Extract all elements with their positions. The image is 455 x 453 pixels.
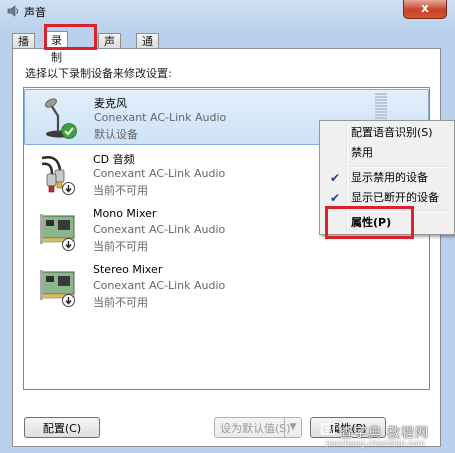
close-button[interactable]: x — [403, 0, 447, 19]
device-status: 当前不可用 — [93, 240, 148, 253]
menu-item-disable[interactable]: 禁用 — [322, 143, 452, 163]
unavailable-arrow-icon — [62, 182, 75, 195]
tab-playback[interactable]: 播放 — [12, 33, 35, 63]
window-title: 声音 — [24, 6, 46, 19]
menu-item-label: 显示已断开的设备 — [351, 191, 439, 204]
device-status: 当前不可用 — [93, 296, 148, 309]
device-description: Conexant AC-Link Audio — [94, 111, 227, 124]
menu-item-show-disabled-devices[interactable]: ✔ 显示禁用的设备 — [322, 168, 452, 188]
configure-button[interactable]: 配置(C) — [24, 417, 100, 438]
checkmark-icon: ✔ — [330, 191, 341, 205]
menu-item-label: 禁用 — [351, 146, 373, 159]
device-status: 当前不可用 — [93, 184, 148, 197]
menu-item-label: 配置语音识别(S) — [351, 126, 433, 139]
title-bar[interactable]: 声音 x — [0, 0, 455, 22]
menu-item-configure-speech-recognition[interactable]: 配置语音识别(S) — [322, 123, 452, 143]
device-description: Conexant AC-Link Audio — [93, 279, 226, 292]
menu-item-label: 属性(P) — [351, 216, 392, 229]
device-item-stereo-mixer[interactable]: Stereo Mixer Conexant AC-Link Audio 当前不可… — [24, 258, 429, 314]
device-name: Mono Mixer — [93, 207, 157, 220]
checkmark-icon: ✔ — [330, 171, 341, 185]
menu-item-label: 显示禁用的设备 — [351, 171, 428, 184]
tab-recording[interactable]: 录制 — [45, 31, 68, 64]
set-default-label: 设为默认值(S) — [220, 422, 291, 435]
tab-communications[interactable]: 通信 — [136, 33, 159, 63]
chevron-down-icon[interactable]: ▼ — [284, 418, 301, 437]
device-description: Conexant AC-Link Audio — [93, 167, 226, 180]
device-status: 默认设备 — [94, 128, 138, 141]
device-name: CD 音频 — [93, 153, 135, 166]
context-menu: 配置语音识别(S) 禁用 ✔ 显示禁用的设备 ✔ 显示已断开的设备 属性(P) — [319, 120, 455, 235]
tab-sounds[interactable]: 声音 — [98, 33, 121, 63]
sound-dialog-window: 声音 x 播放 录制 声音 通信 选择以下录制设备来修改设置: 麦克风 — [0, 0, 455, 453]
panel-prompt: 选择以下录制设备来修改设置: — [25, 67, 172, 80]
menu-item-properties[interactable]: 属性(P) — [322, 213, 452, 233]
menu-separator — [349, 210, 450, 212]
speaker-icon — [7, 5, 18, 17]
unavailable-arrow-icon — [62, 238, 75, 251]
default-check-icon — [61, 123, 77, 139]
recording-panel: 选择以下录制设备来修改设置: 麦克风 Conexant AC-Link Audi… — [12, 48, 441, 447]
set-default-button[interactable]: 设为默认值(S) ▼ — [214, 417, 302, 438]
device-name: Stereo Mixer — [93, 263, 163, 276]
menu-item-show-disconnected-devices[interactable]: ✔ 显示已断开的设备 — [322, 188, 452, 208]
device-description: Conexant AC-Link Audio — [93, 223, 226, 236]
device-name: 麦克风 — [94, 97, 127, 110]
unavailable-arrow-icon — [62, 294, 75, 307]
properties-button[interactable]: 属性(P) — [310, 417, 386, 438]
